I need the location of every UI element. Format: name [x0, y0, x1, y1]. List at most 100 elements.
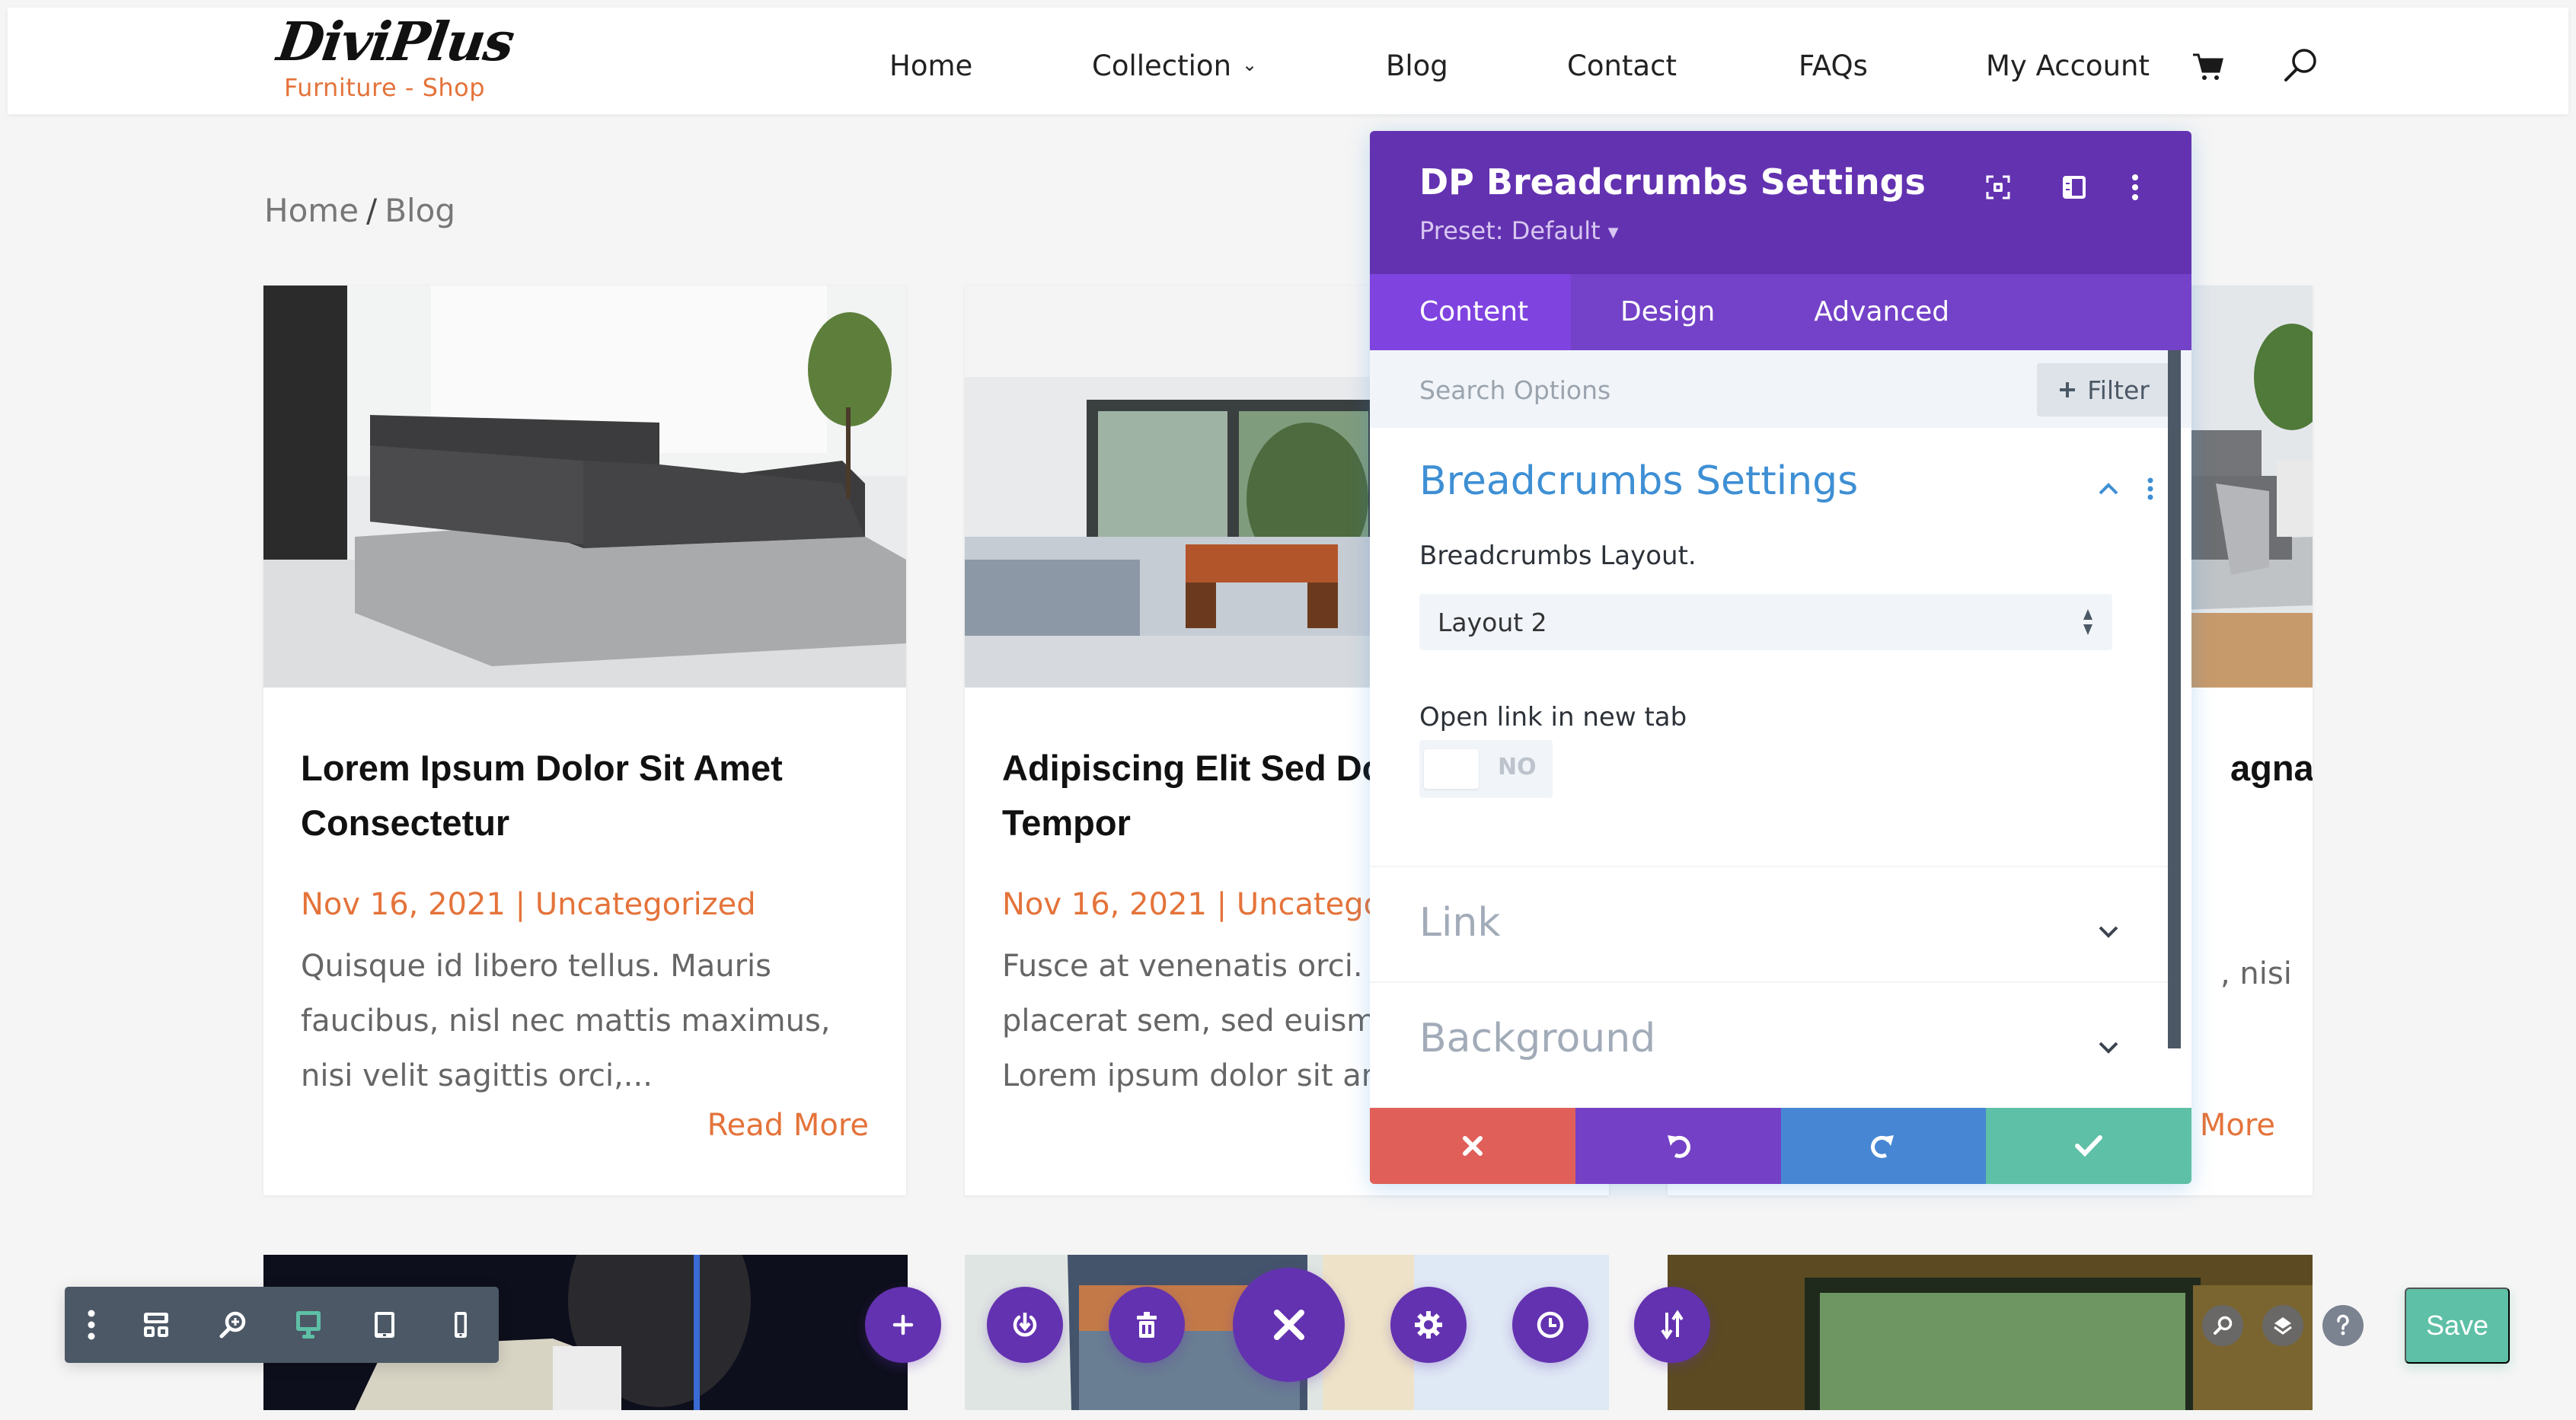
nav-collection-label: Collection [1092, 49, 1232, 82]
section-title-link[interactable]: Link [1419, 900, 1501, 946]
post-title[interactable]: Lorem Ipsum Dolor Sit Amet Consectetur [301, 741, 869, 850]
chevron-up-icon[interactable] [2093, 474, 2124, 504]
save-button[interactable]: Save [2405, 1288, 2510, 1364]
filter-label: Filter [2087, 375, 2150, 405]
new-tab-toggle[interactable]: NO [1419, 740, 1553, 798]
tab-design[interactable]: Design [1571, 274, 1764, 350]
undo-button[interactable] [1575, 1108, 1781, 1184]
new-tab-field-label: Open link in new tab [1419, 702, 1687, 732]
panel-body: Breadcrumbs Settings Breadcrumbs Layout.… [1370, 428, 2168, 1089]
meta-separator: | [1216, 887, 1227, 922]
gear-icon[interactable] [1390, 1287, 1467, 1363]
post-excerpt: Fusce at venenatis orci. U placerat sem,… [1002, 949, 1395, 1093]
select-arrows-icon [2083, 609, 2092, 635]
filter-button[interactable]: Filter [2037, 363, 2171, 416]
panel-tabs: Content Design Advanced [1370, 274, 2191, 350]
post-category[interactable]: Uncategorized [535, 887, 756, 922]
save-changes-button[interactable] [1986, 1108, 2191, 1184]
section-title-breadcrumbs-settings[interactable]: Breadcrumbs Settings [1419, 458, 1858, 504]
tablet-icon[interactable] [346, 1287, 423, 1363]
zoom-icon[interactable] [194, 1287, 270, 1363]
redo-icon [1871, 1135, 1894, 1158]
blog-card: Lorem Ipsum Dolor Sit Amet Consectetur N… [263, 286, 906, 1195]
builder-toolbar [65, 1287, 499, 1363]
fullscreen-icon[interactable] [1983, 172, 2013, 203]
power-icon[interactable] [987, 1287, 1063, 1363]
post-excerpt: Quisque id libero tellus. Mauris faucibu… [301, 949, 831, 1093]
breadcrumb: Home / Blog [264, 192, 455, 229]
read-more-link[interactable]: More [2200, 1108, 2275, 1143]
settings-panel: DP Breadcrumbs Settings Preset: Default ▼… [1370, 131, 2191, 1184]
nav-collection[interactable]: Collection ⌄ [1092, 49, 1257, 82]
split-view-icon[interactable] [2059, 172, 2089, 203]
caret-down-icon: ▼ [1607, 224, 1619, 241]
nav-blog[interactable]: Blog [1386, 49, 1448, 82]
chevron-down-icon[interactable] [2093, 917, 2124, 947]
post-content: Lorem Ipsum Dolor Sit Amet Consectetur N… [301, 741, 869, 1103]
layout-select[interactable]: Layout 2 [1419, 594, 2112, 650]
layout-field-label: Breadcrumbs Layout. [1419, 541, 1697, 571]
cart-icon[interactable] [2191, 52, 2223, 85]
more-options-icon[interactable] [2120, 172, 2150, 203]
post-title-line1: Adipiscing Elit Sed Do E [1002, 748, 1418, 788]
panel-title: DP Breadcrumbs Settings [1419, 161, 1926, 203]
close-icon [1462, 1136, 1483, 1156]
nav-home[interactable]: Home [889, 49, 972, 82]
post-date: Nov 16, 2021 [301, 887, 506, 922]
search-options-input[interactable] [1419, 372, 1952, 408]
section-divider [1370, 981, 2168, 983]
post-excerpt-fragment: , nisi [2220, 956, 2292, 991]
breadcrumb-current: Blog [385, 192, 456, 229]
search-icon[interactable] [2202, 1305, 2243, 1346]
preset-label: Preset: Default [1419, 216, 1601, 245]
nav-my-account[interactable]: My Account [1986, 49, 2150, 82]
wireframe-icon[interactable] [118, 1287, 194, 1363]
logo-tagline: Furniture - Shop [284, 73, 486, 102]
plus-icon [2060, 382, 2076, 397]
logo-main-text: DiviPlus [273, 10, 517, 73]
more-icon[interactable] [65, 1287, 118, 1363]
breadcrumb-home[interactable]: Home [264, 192, 359, 229]
phone-icon[interactable] [423, 1287, 499, 1363]
history-icon[interactable] [1512, 1287, 1588, 1363]
search-icon[interactable] [2283, 47, 2318, 85]
post-title-fragment[interactable]: agna [2230, 741, 2313, 796]
discard-button[interactable] [1370, 1108, 1575, 1184]
add-icon[interactable] [865, 1287, 941, 1363]
layers-icon[interactable] [2262, 1305, 2303, 1346]
help-icon[interactable] [2322, 1305, 2364, 1346]
sort-icon[interactable] [1634, 1287, 1710, 1363]
section-divider [1370, 866, 2168, 867]
chevron-down-icon: ⌄ [1242, 53, 1258, 75]
post-title-line2: Tempor [1002, 803, 1131, 843]
undo-icon [1667, 1135, 1690, 1158]
panel-scrollbar[interactable] [2168, 350, 2181, 1048]
nav-contact[interactable]: Contact [1567, 49, 1677, 82]
post-meta: Nov 16, 2021 | Uncategorized [301, 887, 869, 922]
section-title-background[interactable]: Background [1419, 1016, 1655, 1061]
toggle-state: NO [1498, 754, 1537, 780]
chevron-down-icon[interactable] [2093, 1032, 2124, 1063]
trash-icon[interactable] [1109, 1287, 1185, 1363]
post-date: Nov 16, 2021 [1002, 887, 1207, 922]
check-icon [2075, 1135, 2103, 1157]
site-header: DiviPlus Furniture - Shop Home Collectio… [8, 8, 2568, 114]
site-logo[interactable]: DiviPlus Furniture - Shop [273, 10, 517, 102]
meta-separator: | [515, 887, 526, 922]
read-more-link[interactable]: Read More [707, 1108, 869, 1143]
toggle-knob [1424, 749, 1479, 789]
search-bar: Filter [1370, 350, 2191, 428]
panel-header[interactable]: DP Breadcrumbs Settings Preset: Default ▼ [1370, 131, 2191, 274]
desktop-icon[interactable] [270, 1287, 346, 1363]
breadcrumb-separator: / [366, 192, 378, 229]
redo-button[interactable] [1780, 1108, 1987, 1184]
tab-content[interactable]: Content [1370, 274, 1571, 350]
panel-footer [1370, 1108, 2191, 1184]
post-image[interactable] [263, 286, 906, 688]
nav-faqs[interactable]: FAQs [1799, 49, 1868, 82]
preset-selector[interactable]: Preset: Default ▼ [1419, 216, 1619, 245]
layout-select-value: Layout 2 [1438, 608, 1547, 637]
tab-advanced[interactable]: Advanced [1764, 274, 1999, 350]
section-options-icon[interactable] [2143, 474, 2158, 504]
close-icon[interactable] [1233, 1268, 1345, 1382]
